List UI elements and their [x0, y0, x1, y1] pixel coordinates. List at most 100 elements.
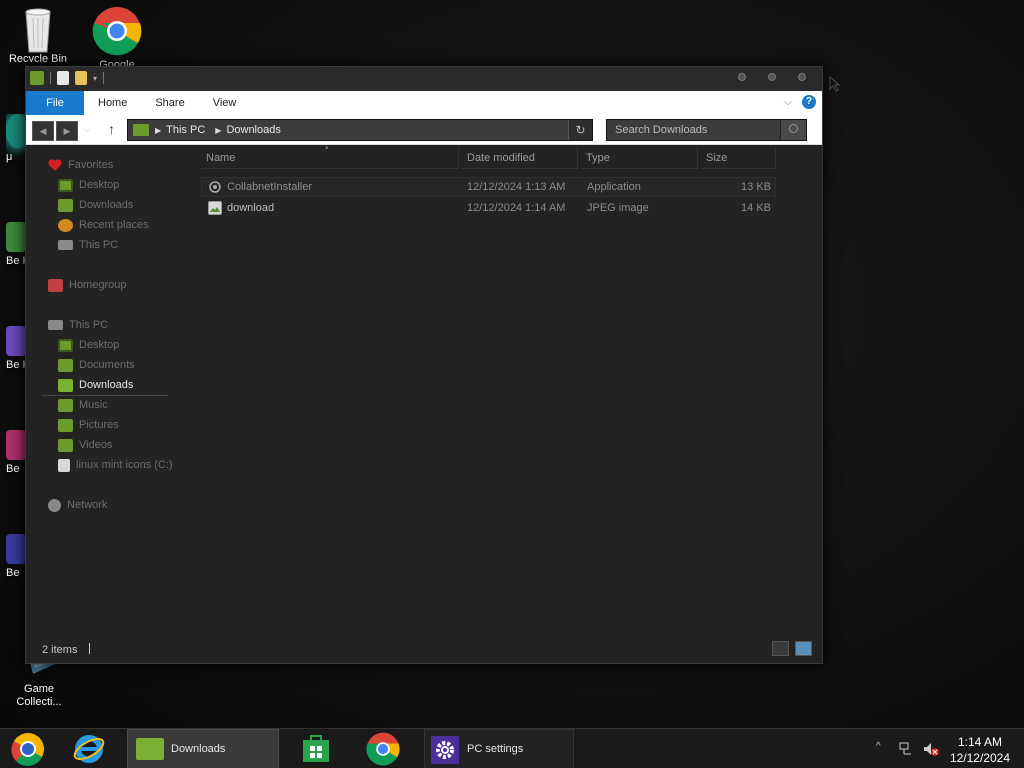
app-icon	[6, 534, 26, 564]
nav-pc-pictures[interactable]: Pictures	[58, 416, 119, 434]
nav-pc-drive-c[interactable]: linux mint icons (C:)	[58, 456, 173, 474]
folder-icon	[136, 738, 164, 760]
nav-favorites[interactable]: Favorites	[48, 156, 113, 174]
internet-explorer-icon	[73, 735, 105, 763]
separator	[103, 72, 105, 84]
nav-fav-recent-places[interactable]: Recent places	[58, 216, 149, 234]
desktop-icon-google-chrome[interactable]: Google Chrome	[82, 6, 152, 68]
navigation-pane: Favorites Desktop Downloads Recent place…	[26, 146, 186, 626]
nav-label: Network	[67, 499, 108, 511]
chrome-icon	[92, 6, 142, 56]
clock-date: 12/12/2024	[949, 751, 1010, 765]
nav-pc-desktop[interactable]: Desktop	[58, 336, 119, 354]
breadcrumb-arrow-icon[interactable]: ▶	[155, 126, 161, 135]
taskbar: Downloads PC settings ^ 1:14 AM 12/12/20…	[0, 728, 1024, 768]
documents-folder-icon	[58, 358, 73, 372]
nav-label: Downloads	[79, 199, 134, 211]
large-icons-view-icon[interactable]	[795, 641, 812, 656]
column-date-modified[interactable]: Date modified	[462, 147, 578, 169]
application-icon	[208, 180, 222, 194]
file-date: 12/12/2024 1:13 AM	[467, 181, 566, 193]
forward-button[interactable]: ▶	[56, 121, 78, 141]
tab-view[interactable]: View	[199, 91, 251, 115]
tab-home[interactable]: Home	[84, 91, 141, 115]
nav-homegroup[interactable]: Homegroup	[48, 276, 126, 294]
properties-icon[interactable]	[57, 71, 69, 85]
network-icon	[48, 498, 61, 512]
column-name[interactable]: Name	[201, 147, 459, 169]
show-hidden-icons-button[interactable]: ^	[876, 741, 881, 752]
back-button[interactable]: ◀	[32, 121, 54, 141]
breadcrumb-this-pc[interactable]: This PC	[166, 124, 205, 136]
taskbar-downloads[interactable]: Downloads	[127, 729, 279, 768]
search-icon[interactable]	[780, 120, 806, 140]
desktop-icon-recycle-bin[interactable]: Recycle Bin	[3, 6, 73, 62]
tab-share[interactable]: Share	[141, 91, 198, 115]
nav-pc-downloads[interactable]: Downloads	[58, 376, 133, 394]
taskbar-store[interactable]	[292, 729, 338, 768]
breadcrumb-downloads[interactable]: Downloads	[226, 124, 280, 136]
nav-fav-desktop[interactable]: Desktop	[58, 176, 119, 194]
file-row[interactable]: CollabnetInstaller 12/12/2024 1:13 AM Ap…	[201, 177, 776, 197]
nav-label: This PC	[69, 319, 109, 331]
taskbar-label: PC settings	[467, 743, 524, 755]
nav-label: Recent places	[79, 219, 149, 231]
clock[interactable]: 1:14 AM 12/12/2024	[950, 734, 1010, 766]
start-button[interactable]	[6, 729, 50, 768]
desktop-icon-label: Be	[6, 567, 20, 579]
computer-icon	[58, 240, 73, 250]
taskbar-pc-settings[interactable]: PC settings	[424, 729, 574, 768]
nav-fav-this-pc[interactable]: This PC	[58, 236, 118, 254]
search-input[interactable]	[607, 120, 779, 140]
customize-toolbar-chevron-icon[interactable]: ▾	[93, 74, 97, 83]
folder-icon	[30, 71, 44, 85]
breadcrumb-arrow-icon[interactable]: ▶	[215, 126, 221, 135]
nav-label: This PC	[79, 239, 119, 251]
nav-label: Downloads	[79, 379, 134, 391]
recent-places-icon	[58, 218, 73, 232]
search-box	[606, 119, 807, 141]
file-row[interactable]: download 12/12/2024 1:14 AM JPEG image 1…	[201, 198, 776, 218]
downloads-folder-icon	[58, 378, 73, 392]
title-bar[interactable]: ▾	[26, 67, 822, 91]
nav-pc-videos[interactable]: Videos	[58, 436, 112, 454]
desktop-icon-label: Game Collecti...	[16, 683, 62, 708]
nav-label: Desktop	[79, 179, 120, 191]
videos-folder-icon	[58, 438, 73, 452]
tab-file[interactable]: File	[26, 91, 84, 115]
recent-locations-chevron-icon[interactable]: ⌵	[84, 124, 91, 135]
maximize-button[interactable]	[768, 73, 776, 81]
desktop-icon-label: μ	[6, 151, 13, 163]
system-tray: ^	[870, 729, 950, 768]
file-date: 12/12/2024 1:14 AM	[467, 202, 566, 214]
nav-pc-music[interactable]: Music	[58, 396, 108, 414]
music-folder-icon	[58, 398, 73, 412]
network-icon[interactable]	[898, 741, 914, 757]
expand-ribbon-chevron-icon[interactable]: ⌵	[784, 96, 792, 109]
nav-label: Pictures	[79, 419, 119, 431]
nav-pc-documents[interactable]: Documents	[58, 356, 135, 374]
taskbar-chrome[interactable]	[360, 729, 406, 768]
volume-muted-icon[interactable]	[922, 741, 940, 757]
chrome-icon	[366, 732, 400, 766]
details-view-icon[interactable]	[772, 641, 789, 656]
homegroup-icon	[48, 278, 63, 292]
nav-this-pc[interactable]: This PC	[48, 316, 108, 334]
status-separator	[89, 643, 91, 654]
taskbar-internet-explorer[interactable]	[68, 729, 112, 768]
minimize-button[interactable]	[738, 73, 746, 81]
close-button[interactable]	[798, 73, 806, 81]
file-name: download	[227, 202, 275, 214]
up-button[interactable]: ↑	[108, 121, 115, 137]
ribbon-tabs: File Home Share View ⌵ ?	[26, 91, 822, 115]
help-icon[interactable]: ?	[802, 95, 816, 109]
address-bar[interactable]: ▶ This PC ▶ Downloads ↻	[127, 119, 593, 141]
column-size[interactable]: Size	[701, 147, 776, 169]
nav-label: Videos	[79, 439, 113, 451]
column-type[interactable]: Type	[581, 147, 698, 169]
new-folder-icon[interactable]	[75, 71, 87, 85]
refresh-button[interactable]: ↻	[568, 120, 592, 140]
nav-fav-downloads[interactable]: Downloads	[58, 196, 133, 214]
nav-label: Desktop	[79, 339, 120, 351]
nav-network[interactable]: Network	[48, 496, 107, 514]
